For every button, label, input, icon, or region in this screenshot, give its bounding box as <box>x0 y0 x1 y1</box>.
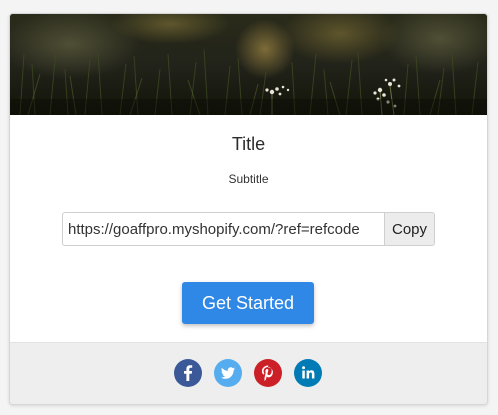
get-started-button[interactable]: Get Started <box>182 282 314 324</box>
twitter-share-button[interactable] <box>214 359 242 387</box>
hero-image <box>10 14 487 115</box>
facebook-icon <box>184 365 193 381</box>
card-title: Title <box>231 134 266 154</box>
facebook-share-button[interactable] <box>174 359 202 387</box>
twitter-icon <box>220 367 235 379</box>
affiliate-card: Title Subtitle Copy Get Started <box>9 13 488 405</box>
card-subtitle: Subtitle <box>228 172 269 186</box>
pinterest-icon <box>261 365 273 381</box>
pinterest-share-button[interactable] <box>254 359 282 387</box>
linkedin-icon <box>302 366 315 379</box>
copy-button[interactable]: Copy <box>384 212 435 246</box>
linkedin-share-button[interactable] <box>294 359 322 387</box>
referral-link-input[interactable] <box>62 212 384 246</box>
social-share-bar <box>10 342 487 404</box>
referral-link-group: Copy <box>62 212 435 248</box>
